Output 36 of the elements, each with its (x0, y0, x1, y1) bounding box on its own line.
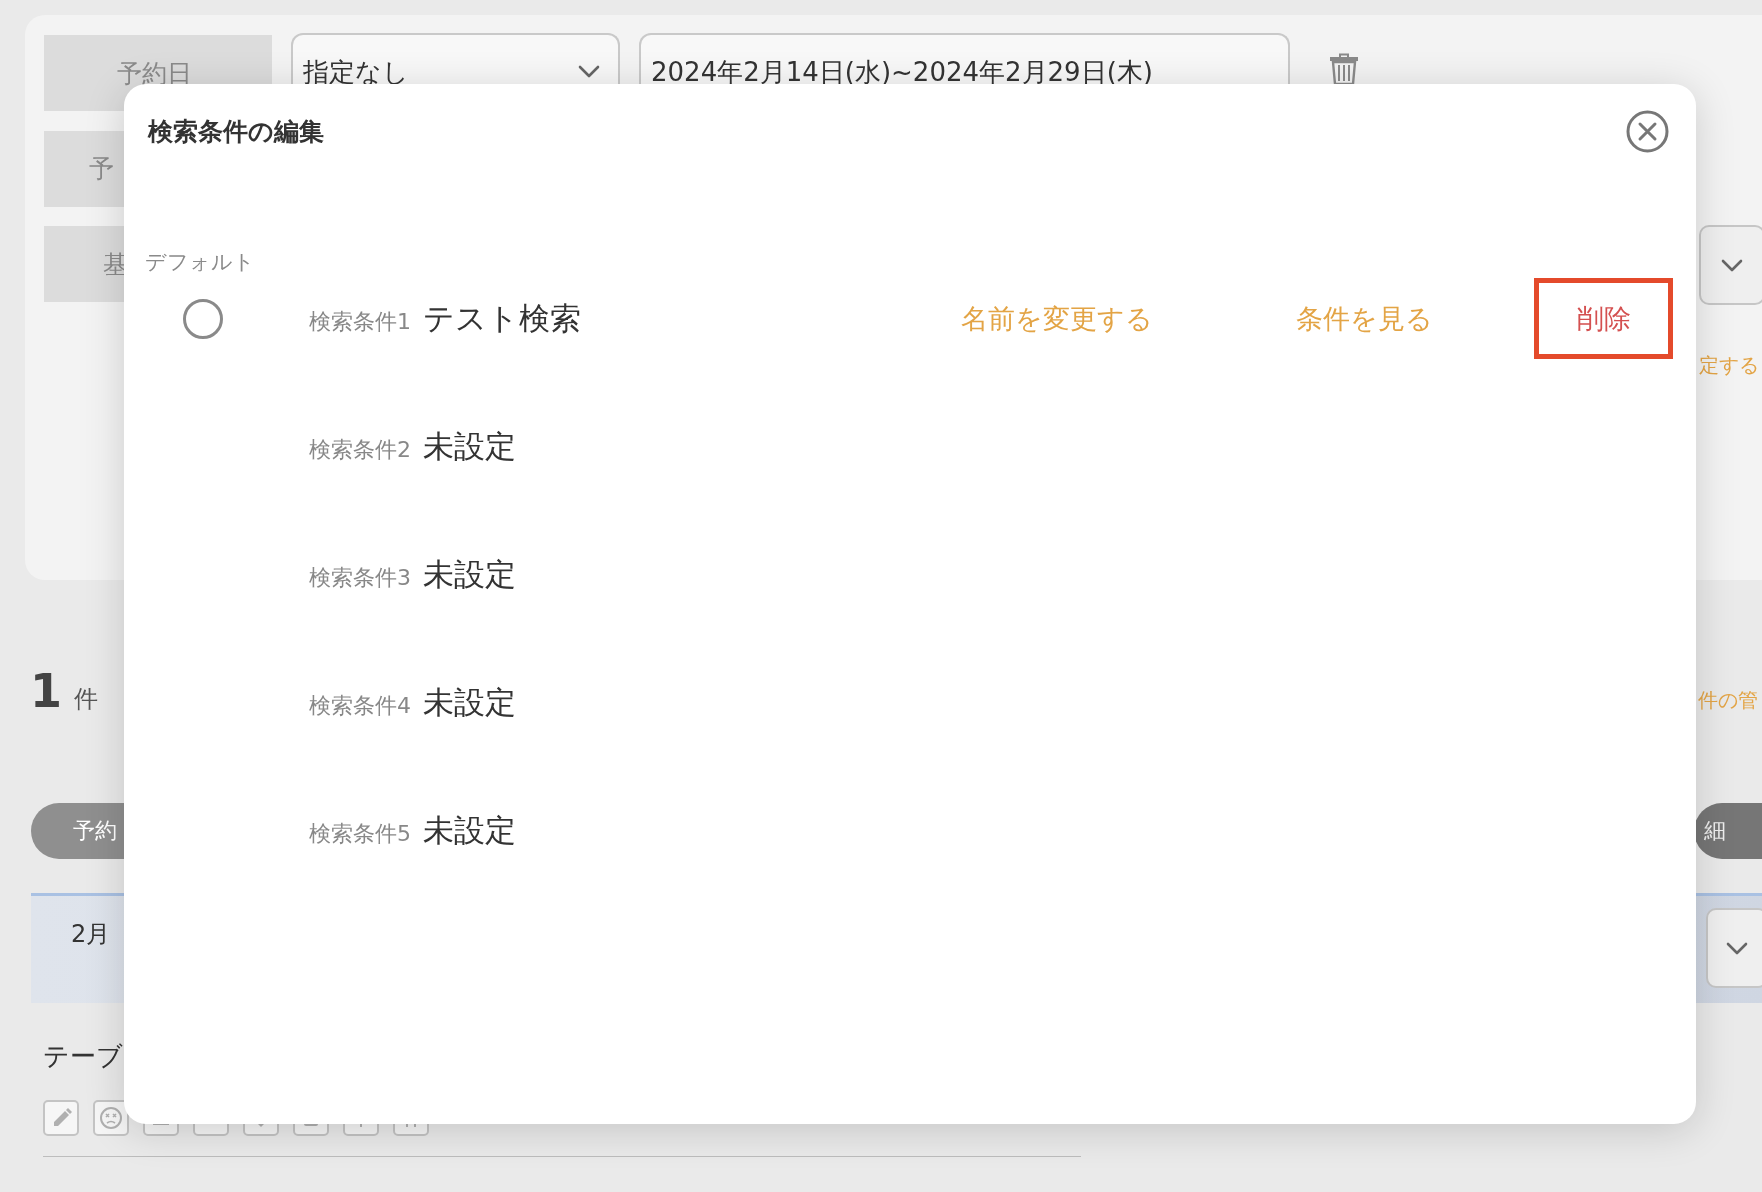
condition-label: 検索条件2 (309, 435, 411, 464)
manage-link[interactable]: 件の管 (1698, 687, 1758, 714)
chevron-icon (1721, 258, 1743, 272)
condition-name: 未設定 (423, 426, 516, 466)
trash-icon[interactable] (1329, 53, 1359, 85)
condition-label: 検索条件1 (309, 307, 411, 336)
condition-name: 未設定 (423, 810, 516, 850)
condition-label: 検索条件3 (309, 563, 411, 592)
close-icon[interactable] (1626, 109, 1669, 153)
condition-name: 未設定 (423, 554, 516, 594)
action-link[interactable]: 名前を変更する (961, 300, 1153, 337)
filter-label: 予 (89, 153, 114, 185)
condition-label: 検索条件4 (309, 691, 411, 720)
chevron-icon (578, 65, 600, 78)
face-icon[interactable] (93, 1100, 129, 1136)
delete-link[interactable]: 削除 (1576, 300, 1631, 337)
default-column-label: デフォルト (145, 250, 255, 274)
condition-name: 未設定 (423, 682, 516, 722)
pill-button[interactable]: 細 (1694, 803, 1762, 859)
count-unit: 件 (74, 684, 98, 715)
month-label: 2月 (71, 919, 111, 950)
pill-button[interactable]: 予約 (31, 803, 124, 859)
dialog-title: 検索条件の編集 (148, 115, 324, 148)
condition-name: テスト検索 (423, 298, 581, 338)
specify-link[interactable]: 定する (1699, 352, 1759, 379)
action-link[interactable]: 条件を見る (1296, 300, 1433, 337)
select-field[interactable] (1699, 225, 1762, 305)
condition-label: 検索条件5 (309, 819, 411, 848)
pencil-icon[interactable] (43, 1100, 79, 1136)
result-count: 1 (30, 668, 62, 714)
radio-button[interactable] (183, 298, 223, 339)
select-field[interactable] (1706, 908, 1762, 988)
date-range-field[interactable]: 2024年2月14日(水)~2024年2月29日(木) (639, 33, 1290, 87)
table-label: テーブ (43, 1041, 123, 1071)
filter-label: 予約日 (117, 57, 192, 90)
chevron-icon (1726, 941, 1748, 955)
